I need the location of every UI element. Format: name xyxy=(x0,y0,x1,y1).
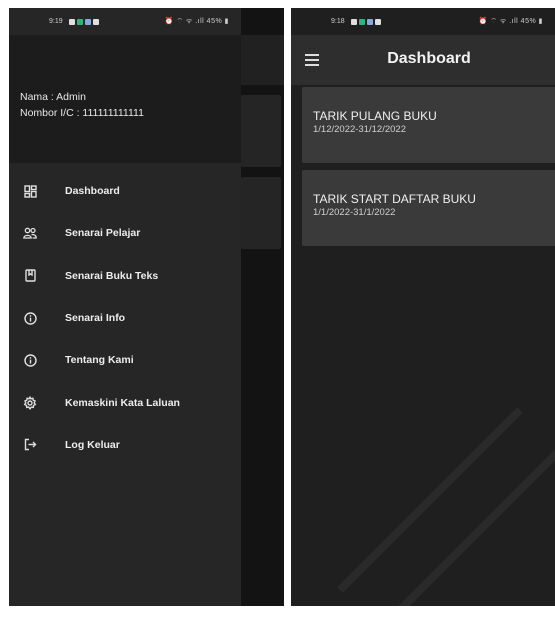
drawer-item-label: Senarai Info xyxy=(65,312,126,325)
book-icon xyxy=(23,269,37,283)
people-icon xyxy=(23,226,37,240)
date-card[interactable]: TARIK START DAFTAR BUKU 1/1/2022-31/1/20… xyxy=(302,170,555,246)
user-name: Nama : Admin xyxy=(20,91,86,103)
info-icon xyxy=(23,311,37,325)
page-title: Dashboard xyxy=(387,50,471,67)
card-title: TARIK PULANG BUKU xyxy=(313,109,437,123)
right-phone-screen: 9:18 ⏰ ⌔ ᯤ .ıll 45% ▮ Dashboard TARIK PU… xyxy=(291,8,555,606)
status-bar: 9:19 ⏰ ⌔ ᯤ .ıll 45% ▮ xyxy=(9,8,241,35)
drawer-menu: Dashboard Senarai Pelajar Senarai Buku T… xyxy=(9,170,241,466)
drawer-item-senarai-info[interactable]: Senarai Info xyxy=(9,297,241,339)
status-bar: 9:18 ⏰ ⌔ ᯤ .ıll 45% ▮ xyxy=(291,8,555,35)
notification-icons xyxy=(68,18,99,25)
drawer-item-label: Tentang Kami xyxy=(65,354,134,367)
system-status-icons: ⏰ ⌔ ᯤ .ıll 45% ▮ xyxy=(478,18,543,25)
drawer-scrim[interactable] xyxy=(241,8,284,606)
drawer-item-label: Kemaskini Kata Laluan xyxy=(65,396,180,409)
user-ic-number: Nombor I/C : 111111111111 xyxy=(20,107,144,119)
left-phone-screen: 9:19 ⏰ ⌔ ᯤ .ıll 45% ▮ Nama : Admin Nombo… xyxy=(9,8,284,606)
drawer-item-log-keluar[interactable]: Log Keluar xyxy=(9,424,241,466)
drawer-item-dashboard[interactable]: Dashboard xyxy=(9,170,241,212)
drawer-item-label: Senarai Buku Teks xyxy=(65,269,159,282)
drawer-item-tentang-kami[interactable]: Tentang Kami xyxy=(9,339,241,381)
gear-icon xyxy=(23,395,37,410)
card-date-range: 1/1/2022-31/1/2022 xyxy=(313,207,396,218)
info-icon xyxy=(23,353,37,367)
navigation-drawer: 9:19 ⏰ ⌔ ᯤ .ıll 45% ▮ Nama : Admin Nombo… xyxy=(9,8,241,606)
drawer-item-kemaskini-kata-laluan[interactable]: Kemaskini Kata Laluan xyxy=(9,381,241,423)
card-title: TARIK START DAFTAR BUKU xyxy=(313,192,476,206)
date-card[interactable]: TARIK PULANG BUKU 1/12/2022-31/12/2022 xyxy=(302,87,555,163)
dashboard-icon xyxy=(23,184,37,198)
notification-icons xyxy=(350,18,381,25)
logout-icon xyxy=(23,438,37,452)
drawer-item-senarai-buku-teks[interactable]: Senarai Buku Teks xyxy=(9,255,241,297)
status-time: 9:18 xyxy=(331,18,345,25)
app-bar: Dashboard xyxy=(291,35,555,85)
drawer-item-senarai-pelajar[interactable]: Senarai Pelajar xyxy=(9,212,241,254)
card-date-range: 1/12/2022-31/12/2022 xyxy=(313,124,406,135)
drawer-item-label: Dashboard xyxy=(65,185,120,198)
system-status-icons: ⏰ ⌔ ᯤ .ıll 45% ▮ xyxy=(164,18,229,25)
drawer-item-label: Log Keluar xyxy=(65,438,120,451)
drawer-item-label: Senarai Pelajar xyxy=(65,227,141,240)
status-time: 9:19 xyxy=(49,18,63,25)
